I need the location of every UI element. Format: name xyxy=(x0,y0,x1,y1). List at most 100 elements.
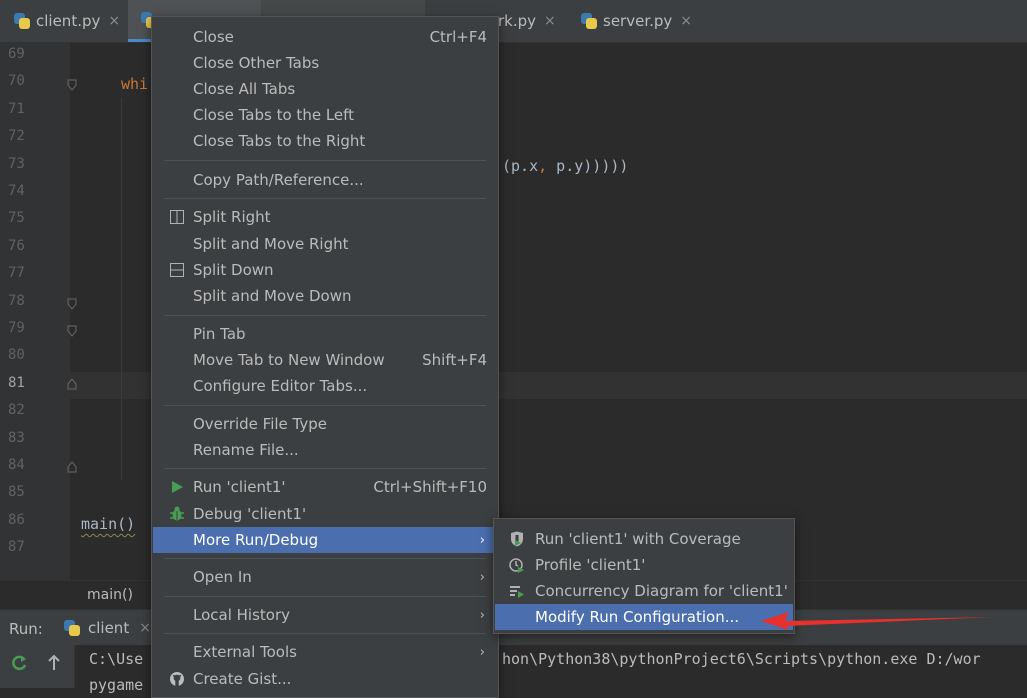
tab-close-icon[interactable]: × xyxy=(680,13,692,29)
menu-item-close-tabs-right[interactable]: Close Tabs to the Right xyxy=(153,128,497,154)
menu-item-debug[interactable]: Debug 'client1' xyxy=(153,501,497,527)
fold-marker-icon[interactable] xyxy=(67,325,77,337)
menu-separator xyxy=(164,315,486,316)
menu-separator xyxy=(164,405,486,406)
submenu-item-profile[interactable]: Profile 'client1' xyxy=(495,552,793,578)
line-number: 72 xyxy=(8,128,25,145)
menu-item-label: Close Tabs to the Left xyxy=(193,106,355,124)
console-line: C:\Use xyxy=(89,650,144,668)
fold-marker-icon[interactable] xyxy=(67,298,77,310)
line-number: 69 xyxy=(8,46,25,62)
fold-end-icon[interactable] xyxy=(67,378,77,390)
line-number: 74 xyxy=(8,183,25,199)
submenu-item-run-with-coverage[interactable]: Run 'client1' with Coverage xyxy=(495,526,793,552)
menu-item-copy-path[interactable]: Copy Path/Reference... xyxy=(153,167,497,193)
line-number: 79 xyxy=(8,320,25,336)
line-number: 80 xyxy=(8,347,25,364)
menu-item-external-tools[interactable]: External Tools › xyxy=(153,639,497,665)
code-main-call[interactable]: main() xyxy=(81,515,135,533)
menu-item-run[interactable]: Run 'client1' Ctrl+Shift+F10 xyxy=(153,474,497,500)
menu-item-split-right[interactable]: Split Right xyxy=(153,204,497,230)
menu-item-label: Split and Move Down xyxy=(193,287,352,305)
menu-item-shortcut: Ctrl+Shift+F10 xyxy=(373,478,487,496)
chevron-right-icon: › xyxy=(479,569,485,585)
tab-network-py[interactable]: rk.py × xyxy=(498,0,556,42)
menu-item-create-gist[interactable]: Create Gist... xyxy=(153,666,497,692)
menu-separator xyxy=(164,558,486,559)
tab-server-py[interactable]: server.py × xyxy=(581,0,692,42)
console-line: hon\Python38\pythonProject6\Scripts\pyth… xyxy=(502,650,981,668)
menu-item-label: Pin Tab xyxy=(193,325,246,343)
line-number: 87 xyxy=(8,539,25,556)
line-number: 82 xyxy=(8,402,25,419)
menu-item-pin-tab[interactable]: Pin Tab xyxy=(153,321,497,347)
submenu-item-concurrency-diagram[interactable]: Concurrency Diagram for 'client1' xyxy=(495,578,793,604)
profile-clock-icon xyxy=(508,556,526,574)
menu-item-split-move-down[interactable]: Split and Move Down xyxy=(153,283,497,309)
menu-item-label: Close Other Tabs xyxy=(193,54,320,72)
run-tab-client[interactable]: client × xyxy=(64,610,160,646)
menu-item-shortcut: Shift+F4 xyxy=(422,351,487,369)
menu-item-close-other-tabs[interactable]: Close Other Tabs xyxy=(153,50,497,76)
python-file-icon xyxy=(581,13,597,29)
tab-client-py[interactable]: client.py × xyxy=(14,0,120,42)
menu-item-close-tabs-left[interactable]: Close Tabs to the Left xyxy=(153,102,497,128)
rerun-icon[interactable] xyxy=(10,654,28,676)
menu-item-label: More Run/Debug xyxy=(193,531,319,549)
menu-item-configure-editor-tabs[interactable]: Configure Editor Tabs... xyxy=(153,373,497,399)
coverage-shield-icon xyxy=(508,530,526,548)
menu-item-local-history[interactable]: Local History › xyxy=(153,602,497,628)
github-icon xyxy=(169,671,185,687)
menu-item-rename-file[interactable]: Rename File... xyxy=(153,437,497,463)
tab-close-icon[interactable]: × xyxy=(108,13,120,29)
python-file-icon xyxy=(64,620,80,636)
tab-context-menu: Close Ctrl+F4 Close Other Tabs Close All… xyxy=(151,16,499,698)
line-number: 75 xyxy=(8,210,25,227)
code-comma: , xyxy=(538,157,548,175)
code-text: p.y))))) xyxy=(547,157,629,175)
submenu-item-label: Concurrency Diagram for 'client1' xyxy=(535,582,788,600)
run-label: Run: xyxy=(9,620,43,638)
more-run-debug-submenu: Run 'client1' with Coverage Profile 'cli… xyxy=(493,518,795,634)
tab-close-icon[interactable]: × xyxy=(544,13,556,29)
tab-label: rk.py xyxy=(498,12,537,30)
submenu-item-label: Run 'client1' with Coverage xyxy=(535,530,741,548)
code-fragment[interactable]: (p.x, p.y))))) xyxy=(502,157,628,175)
menu-item-move-tab-new-window[interactable]: Move Tab to New Window Shift+F4 xyxy=(153,347,497,373)
menu-item-more-run-debug[interactable]: More Run/Debug › xyxy=(153,527,497,553)
menu-item-label: Rename File... xyxy=(193,441,299,459)
menu-item-split-move-right[interactable]: Split and Move Right xyxy=(153,231,497,257)
menu-separator xyxy=(164,596,486,597)
menu-item-label: Close All Tabs xyxy=(193,80,296,98)
run-tab-close-icon[interactable]: × xyxy=(139,620,151,636)
menu-item-label: Override File Type xyxy=(193,415,327,433)
menu-item-close-all-tabs[interactable]: Close All Tabs xyxy=(153,76,497,102)
line-number: 70 xyxy=(8,73,25,90)
menu-item-split-down[interactable]: Split Down xyxy=(153,257,497,283)
menu-item-label: Local History xyxy=(193,606,291,624)
breadcrumb[interactable]: main() xyxy=(87,587,133,603)
code-while-keyword[interactable]: whi xyxy=(121,75,148,93)
fold-end-icon[interactable] xyxy=(67,461,77,473)
menu-item-label: Split and Move Right xyxy=(193,235,349,253)
menu-item-open-in[interactable]: Open In › xyxy=(153,564,497,590)
submenu-item-modify-run-configuration[interactable]: Modify Run Configuration... xyxy=(495,604,793,630)
chevron-right-icon: › xyxy=(479,532,485,548)
menu-item-override-file-type[interactable]: Override File Type xyxy=(153,411,497,437)
line-number: 83 xyxy=(8,429,25,446)
menu-item-close[interactable]: Close Ctrl+F4 xyxy=(153,24,497,50)
fold-marker-icon[interactable] xyxy=(67,79,77,91)
menu-item-label: Debug 'client1' xyxy=(193,505,307,523)
debug-bug-icon xyxy=(169,506,185,522)
scroll-up-icon[interactable] xyxy=(46,654,62,676)
tab-label: server.py xyxy=(603,12,673,30)
split-horizontal-icon xyxy=(169,262,185,278)
menu-separator xyxy=(164,198,486,199)
menu-item-label: Move Tab to New Window xyxy=(193,351,385,369)
menu-item-label: Configure Editor Tabs... xyxy=(193,377,368,395)
line-number: 81 xyxy=(8,374,25,391)
menu-item-shortcut: Ctrl+F4 xyxy=(429,28,487,46)
submenu-item-label: Modify Run Configuration... xyxy=(535,608,740,626)
code-text: (p.x xyxy=(502,157,539,175)
menu-item-label: Close xyxy=(193,28,234,46)
